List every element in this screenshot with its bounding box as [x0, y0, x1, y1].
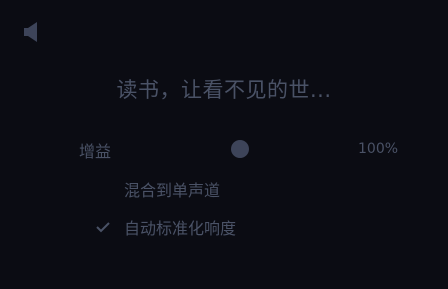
auto-normalize-option[interactable]: 自动标准化响度	[95, 214, 265, 238]
mono-mix-label: 混合到单声道	[124, 181, 221, 200]
audio-settings-panel: 读书，让看不见的世... 增益 100% 混合到单声道 自动标准化响度	[0, 0, 448, 289]
speaker-icon[interactable]	[24, 21, 40, 43]
gain-label: 增益	[79, 142, 112, 161]
mono-mix-option[interactable]: 混合到单声道	[95, 176, 255, 200]
auto-normalize-label: 自动标准化响度	[124, 219, 237, 238]
gain-slider[interactable]	[130, 140, 350, 158]
checkmark-icon	[95, 219, 111, 233]
gain-value: 100%	[358, 141, 399, 157]
checkmark-icon	[95, 181, 111, 195]
gain-slider-knob[interactable]	[231, 140, 249, 158]
page-title: 读书，让看不见的世...	[116, 78, 332, 102]
